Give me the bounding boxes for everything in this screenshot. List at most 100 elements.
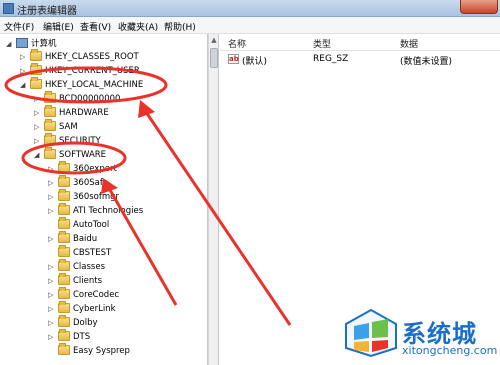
- expand-icon[interactable]: ▷: [48, 306, 54, 313]
- expand-icon[interactable]: ▷: [48, 236, 54, 243]
- folder-icon: [44, 105, 56, 117]
- expand-icon[interactable]: ▷: [34, 138, 40, 145]
- expand-icon[interactable]: ▷: [48, 334, 54, 341]
- title-bar: 注册表编辑器: [0, 0, 500, 17]
- tree-item-label: SECURITY: [59, 136, 101, 146]
- folder-icon: [58, 329, 70, 341]
- tree-item-label: 360expert: [73, 164, 117, 174]
- collapse-icon[interactable]: ◢: [34, 152, 40, 159]
- tree-item-label: CBSTEST: [73, 248, 112, 258]
- folder-icon: [44, 119, 56, 131]
- folder-icon: [44, 91, 56, 103]
- expand-icon[interactable]: ▷: [34, 124, 40, 131]
- tree-item-sam[interactable]: ▷ SAM: [0, 119, 200, 134]
- tree-item-label: SAM: [59, 122, 78, 132]
- scroll-up-icon[interactable]: ▲: [210, 36, 218, 44]
- tree-item-easy-sysprep[interactable]: Easy Sysprep: [0, 343, 200, 358]
- tree-item-security[interactable]: ▷ SECURITY: [0, 133, 200, 148]
- tree-item-label: Classes: [73, 262, 106, 272]
- menu-favorites[interactable]: 收藏夹(A): [118, 20, 158, 33]
- column-header-type[interactable]: 类型: [313, 37, 331, 50]
- expand-icon[interactable]: ▷: [34, 96, 40, 103]
- tree-item-label: AutoTool: [73, 220, 110, 230]
- computer-icon: [16, 38, 28, 48]
- tree-item-label: DTS: [73, 332, 91, 342]
- column-header-name[interactable]: 名称: [228, 37, 246, 50]
- menu-edit[interactable]: 编辑(E): [43, 20, 74, 33]
- expand-icon[interactable]: ▷: [48, 194, 54, 201]
- tree-item-360expert[interactable]: ▷ 360expert: [0, 161, 200, 176]
- tree-item-hkcr[interactable]: ▷ HKEY_CLASSES_ROOT: [0, 49, 200, 64]
- menu-help[interactable]: 帮助(H): [164, 20, 196, 33]
- tree-item-label: BCD00000000: [59, 94, 121, 104]
- tree-item-hkcu[interactable]: ▷ HKEY_CURRENT_USER: [0, 63, 200, 78]
- tree-item-label: CyberLink: [73, 304, 116, 314]
- string-value-icon: ab: [228, 54, 239, 64]
- expand-icon[interactable]: ▷: [48, 208, 54, 215]
- menu-view[interactable]: 查看(V): [80, 20, 111, 33]
- value-name[interactable]: (默认): [242, 54, 267, 67]
- column-header-data[interactable]: 数据: [400, 37, 418, 50]
- tree-scrollbar[interactable]: ▲: [208, 34, 219, 365]
- tree-item-dolby[interactable]: ▷ Dolby: [0, 315, 200, 330]
- folder-icon: [58, 315, 70, 327]
- expand-icon[interactable]: ▷: [48, 320, 54, 327]
- tree-item-baidu[interactable]: ▷ Baidu: [0, 231, 200, 246]
- value-data: (数值未设置): [400, 57, 453, 67]
- expand-icon[interactable]: ▷: [48, 180, 54, 187]
- folder-icon: [58, 231, 70, 243]
- tree-item-clients[interactable]: ▷ Clients: [0, 273, 200, 288]
- tree-item-label: Easy Sysprep: [73, 346, 130, 356]
- expand-icon[interactable]: ▷: [20, 54, 26, 61]
- folder-icon: [58, 343, 70, 355]
- header-divider: [220, 50, 500, 51]
- tree-item-label: ATI Technologies: [73, 206, 144, 216]
- scrollbar-thumb[interactable]: [210, 48, 218, 68]
- tree-item-360safe[interactable]: ▷ 360Safe: [0, 175, 200, 190]
- expand-icon[interactable]: ▷: [48, 264, 54, 271]
- expand-icon[interactable]: ▷: [48, 292, 54, 299]
- tree-item-label: CoreCodec: [73, 290, 120, 300]
- window-title: 注册表编辑器: [17, 6, 77, 17]
- folder-open-icon: [44, 147, 56, 159]
- folder-icon: [58, 259, 70, 271]
- watermark-url: xitongcheng.com: [402, 344, 498, 357]
- tree-item-autotool[interactable]: AutoTool: [0, 217, 200, 232]
- tree-item-computer[interactable]: ◢ 计算机: [0, 37, 200, 51]
- expand-icon[interactable]: ▷: [48, 166, 54, 173]
- expand-icon[interactable]: ▷: [34, 110, 40, 117]
- registry-editor-window: 注册表编辑器 文件(F) 编辑(E) 查看(V) 收藏夹(A) 帮助(H) ◢ …: [0, 0, 500, 365]
- folder-icon: [58, 189, 70, 201]
- tree-item-corecodec[interactable]: ▷ CoreCodec: [0, 287, 200, 302]
- folder-icon: [58, 175, 70, 187]
- tree-item-label: HKEY_CURRENT_USER: [45, 66, 140, 76]
- tree-item-cyberlink[interactable]: ▷ CyberLink: [0, 301, 200, 316]
- tree-item-software[interactable]: ◢ SOFTWARE: [0, 147, 200, 162]
- tree-item-bcd[interactable]: ▷ BCD00000000: [0, 91, 200, 106]
- tree-item-label: HKEY_CLASSES_ROOT: [45, 52, 139, 62]
- tree-item-label: HKEY_LOCAL_MACHINE: [45, 80, 144, 90]
- tree-item-label: Baidu: [73, 234, 98, 244]
- tree-item-cbstest[interactable]: CBSTEST: [0, 245, 200, 260]
- tree-item-label: 360Safe: [73, 178, 109, 188]
- tree-item-hklm[interactable]: ◢ HKEY_LOCAL_MACHINE: [0, 77, 200, 92]
- expand-icon[interactable]: ▷: [48, 278, 54, 285]
- tree-item-360sofmgr[interactable]: ▷ 360sofmgr: [0, 189, 200, 204]
- folder-icon: [58, 217, 70, 229]
- menu-bar: 文件(F) 编辑(E) 查看(V) 收藏夹(A) 帮助(H): [0, 17, 500, 34]
- collapse-icon[interactable]: ◢: [20, 82, 26, 89]
- tree-item-hardware[interactable]: ▷ HARDWARE: [0, 105, 200, 120]
- registry-app-icon: [3, 3, 14, 14]
- tree-item-dts[interactable]: ▷ DTS: [0, 329, 200, 344]
- collapse-icon[interactable]: ◢: [6, 41, 12, 48]
- tree-item-classes[interactable]: ▷ Classes: [0, 259, 200, 274]
- menu-file[interactable]: 文件(F): [4, 20, 34, 33]
- expand-icon[interactable]: ▷: [20, 68, 26, 75]
- tree-item-label: 360sofmgr: [73, 192, 120, 202]
- tree-item-ati[interactable]: ▷ ATI Technologies: [0, 203, 200, 218]
- close-button[interactable]: [460, 0, 498, 14]
- folder-icon: [44, 133, 56, 145]
- folder-icon: [58, 273, 70, 285]
- folder-icon: [58, 301, 70, 313]
- watermark: 系统城 xitongcheng.com: [340, 300, 500, 365]
